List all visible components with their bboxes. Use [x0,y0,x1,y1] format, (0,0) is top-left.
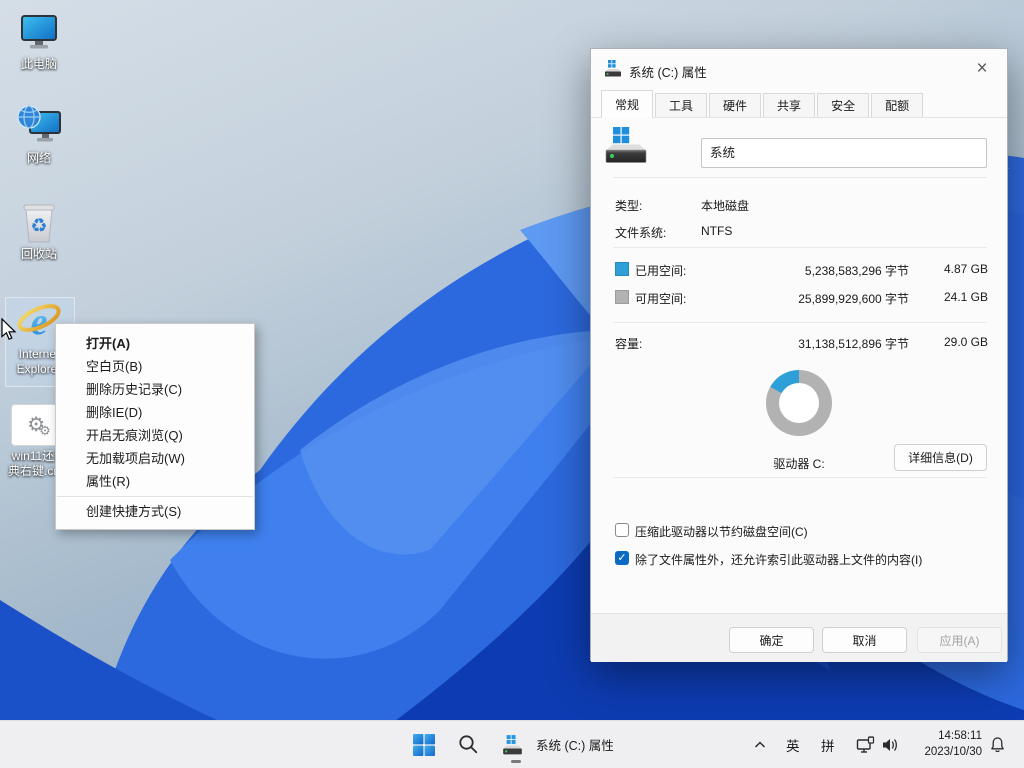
windows-logo-icon [412,733,436,757]
index-checkbox[interactable]: ✓ [615,551,629,565]
desktop-icon-network[interactable]: 网络 [0,104,78,166]
volume-label-input[interactable]: 系统 [701,138,987,168]
filesystem-label: 文件系统: [615,224,666,240]
taskbar-app-system-properties[interactable]: 系统 (C:) 属性 [502,721,614,768]
desktop-icon-label: 网络 [0,151,78,166]
tab-hardware[interactable]: 硬件 [709,93,761,117]
tab-general[interactable]: 常规 [601,90,653,118]
used-space-label: 已用空间: [635,262,686,279]
magnifier-icon [458,734,479,755]
divider [613,247,987,248]
dialog-tabs: 常规 工具 硬件 共享 安全 配额 [601,90,925,117]
capacity-size: 29.0 GB [921,335,988,349]
divider [613,322,987,323]
type-label: 类型: [615,197,642,213]
tray-date: 2023/10/30 [920,745,982,761]
tray-lang-en[interactable]: 英 [786,721,800,768]
divider [613,477,987,478]
network-icon [0,104,78,148]
notification-bell-icon [989,736,1006,754]
compress-checkbox[interactable] [615,523,629,537]
donut-hole [779,383,819,423]
desktop-icon-recycle-bin[interactable]: ♻ 回收站 [0,200,78,262]
menu-separator [57,496,253,497]
menu-item-blank-page[interactable]: 空白页(B) [56,355,254,378]
menu-item-properties[interactable]: 属性(R) [56,470,254,493]
capacity-bytes: 31,138,512,896 字节 [741,335,909,352]
svg-text:♻: ♻ [30,215,47,237]
this-pc-icon [0,10,78,54]
mouse-cursor [0,318,20,347]
used-space-bytes: 5,238,583,296 字节 [741,262,909,279]
apply-button: 应用(A) [917,627,1002,653]
index-checkbox-label[interactable]: 除了文件属性外，还允许索引此驱动器上文件的内容(I) [635,551,922,568]
divider [613,177,987,178]
free-space-swatch [615,290,629,304]
menu-item-no-addons[interactable]: 无加载项启动(W) [56,447,254,470]
properties-dialog: 系统 (C:) 属性 × 常规 工具 硬件 共享 安全 配额 [590,48,1008,661]
gear-icon: ⚙ [39,424,51,437]
desktop-icon-this-pc[interactable]: 此电脑 [0,10,78,72]
taskbar-app-label: 系统 (C:) 属性 [536,735,614,754]
tab-security[interactable]: 安全 [817,93,869,117]
tab-quota[interactable]: 配额 [871,93,923,117]
general-tab-page: 系统 类型: 本地磁盘 文件系统: NTFS 已用空间: 5,238,583,2… [591,49,1007,660]
cancel-button[interactable]: 取消 [822,627,907,653]
tray-volume[interactable] [881,721,900,768]
tab-sharing[interactable]: 共享 [763,93,815,117]
tab-tools[interactable]: 工具 [655,93,707,117]
menu-item-inprivate[interactable]: 开启无痕浏览(Q) [56,424,254,447]
tray-time: 14:58:11 [920,729,982,745]
capacity-label: 容量: [615,335,642,351]
running-app-indicator [511,760,521,763]
recycle-bin-icon: ♻ [0,200,78,244]
screen: 此电脑 网络 ♻ 回收站 [0,0,1024,768]
used-space-swatch [615,262,629,276]
compress-checkbox-label[interactable]: 压缩此驱动器以节约磁盘空间(C) [635,523,808,540]
menu-item-delete-history[interactable]: 删除历史记录(C) [56,378,254,401]
hard-drive-icon-large [603,127,649,172]
menu-item-create-shortcut[interactable]: 创建快捷方式(S) [56,500,254,523]
drive-caption: 驱动器 C: [721,455,877,472]
start-button[interactable] [412,721,436,768]
filesystem-value: NTFS [701,224,732,240]
used-space-size: 4.87 GB [921,262,988,276]
menu-item-open[interactable]: 打开(A) [56,332,254,355]
taskbar: 系统 (C:) 属性 英 拼 [0,720,1024,768]
desktop-icon-label: 此电脑 [0,57,78,72]
tray-clock[interactable]: 14:58:11 2023/10/30 [920,721,982,768]
tray-chevron-up[interactable] [753,721,767,768]
search-button[interactable] [458,721,479,768]
free-space-label: 可用空间: [635,290,686,307]
free-space-bytes: 25,899,929,600 字节 [741,290,909,307]
tray-lang-pinyin[interactable]: 拼 [821,721,835,768]
ok-button[interactable]: 确定 [729,627,814,653]
hard-drive-icon [502,735,523,755]
chevron-up-icon [753,739,767,751]
ie-context-menu: 打开(A) 空白页(B) 删除历史记录(C) 删除IE(D) 开启无痕浏览(Q)… [55,323,255,530]
tray-network[interactable] [856,721,875,768]
free-space-size: 24.1 GB [921,290,988,304]
details-button[interactable]: 详细信息(D) [894,444,987,471]
type-value: 本地磁盘 [701,197,749,213]
disk-usage-donut [766,370,832,436]
dialog-footer: 确定 取消 应用(A) [591,613,1007,662]
speaker-icon [881,737,900,753]
desktop-icon-label: 回收站 [0,247,78,262]
ethernet-monitor-icon [856,736,875,754]
tray-notifications[interactable] [989,721,1006,768]
menu-item-delete-ie[interactable]: 删除IE(D) [56,401,254,424]
